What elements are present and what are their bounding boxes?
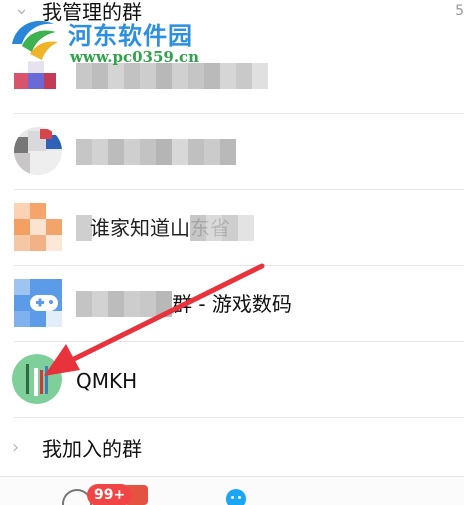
group-row-qmkh[interactable]: QMKH — [0, 342, 464, 418]
managed-group-list: 谁家知道山东省 群 - 游戏数码 QMKH — [0, 38, 464, 418]
group-name: 群 - 游戏数码 — [172, 292, 292, 316]
group-avatar — [14, 127, 62, 175]
group-avatar — [12, 354, 62, 404]
blurred-group-name — [76, 139, 236, 165]
managed-groups-count: 5 — [455, 3, 464, 19]
group-row[interactable]: 群 - 游戏数码 — [0, 266, 464, 342]
group-row[interactable]: 谁家知道山东省 — [0, 190, 464, 266]
group-row[interactable] — [0, 114, 464, 190]
group-avatar — [14, 279, 62, 327]
group-avatar — [14, 51, 62, 99]
managed-groups-header[interactable]: ⌄ 我管理的群 5 — [0, 0, 464, 38]
blurred-group-name — [76, 63, 268, 89]
bottom-nav: 99+ — [0, 477, 464, 505]
joined-groups-header[interactable]: › 我加入的群 — [0, 418, 464, 476]
group-name: QMKH — [76, 369, 138, 393]
blurred-prefix — [76, 291, 172, 317]
chevron-down-icon: ⌄ — [14, 0, 30, 19]
group-row[interactable] — [0, 38, 464, 114]
unread-badge: 99+ — [87, 484, 133, 505]
joined-groups-title: 我加入的群 — [42, 437, 142, 461]
contacts-icon[interactable] — [226, 489, 246, 505]
blurred-suffix — [190, 215, 254, 241]
managed-groups-title: 我管理的群 — [42, 0, 142, 24]
chevron-right-icon: › — [12, 437, 20, 458]
group-avatar — [14, 203, 62, 251]
qq-group-list-screen: ⌄ 我管理的群 5 谁家知道山东省 群 - 游戏数码 QMKH › 我加入的群 … — [0, 0, 464, 505]
